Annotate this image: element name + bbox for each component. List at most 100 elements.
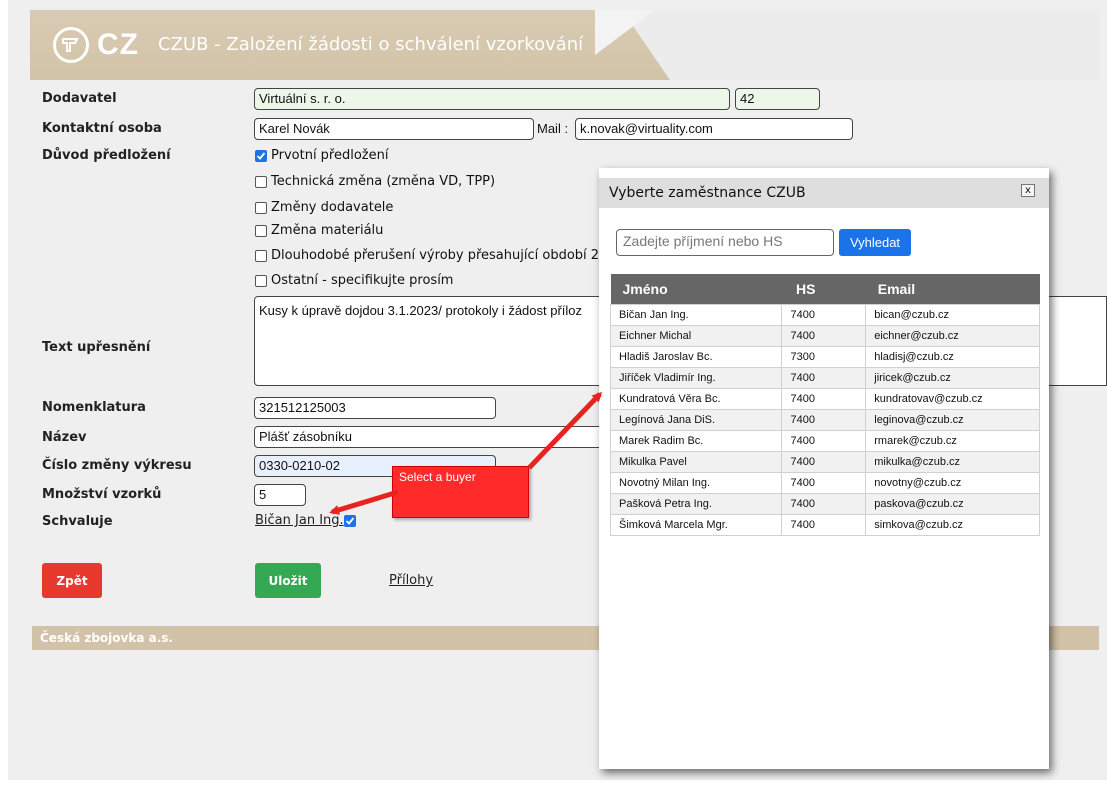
checkbox-icon[interactable] [255, 224, 267, 237]
reason-option-label: Prvotní předložení [271, 148, 389, 163]
table-row[interactable]: Kundratová Věra Bc. 7400 kundratovav@czub.… [609, 387, 1040, 410]
employee-email-cell: leginova@czub.cz [865, 408, 1040, 431]
sample-quantity-label: Množství vzorků [42, 487, 162, 502]
employee-email-cell: hladisj@czub.cz [865, 345, 1040, 368]
employee-search-input[interactable]: Zadejte příjmení nebo HS [616, 229, 834, 256]
employee-email-cell: simkova@czub.cz [865, 513, 1040, 536]
table-row[interactable]: Hladiš Jaroslav Bc. 7300 hladisj@czub.cz [609, 345, 1040, 368]
mail-field[interactable]: k.novak@virtuality.com [575, 118, 853, 140]
sample-quantity-field[interactable]: 5 [254, 484, 306, 506]
approver-checkbox-icon[interactable] [344, 515, 356, 527]
checkbox-checked-icon[interactable] [255, 149, 267, 162]
reason-other[interactable]: Ostatní - specifikujte prosím [255, 273, 453, 288]
employee-email-cell: eichner@czub.cz [865, 324, 1040, 347]
reason-option-label: Ostatní - specifikujte prosím [271, 273, 454, 288]
mail-label: Mail : [537, 121, 569, 136]
employee-name-cell: Hladiš Jaroslav Bc. [609, 345, 783, 368]
employee-email-cell: bican@czub.cz [865, 303, 1040, 326]
drawing-change-label: Číslo změny výkresu [42, 458, 192, 473]
employee-name-cell: Bičan Jan Ing. [609, 303, 783, 326]
table-row[interactable]: Jiříček Vladimír Ing. 7400 jiricek@czub.cz [609, 366, 1040, 389]
reason-production-interruption[interactable]: Dlouhodobé přerušení výroby přesahující … [255, 248, 615, 263]
contact-field[interactable]: Karel Novák [254, 118, 534, 140]
reason-label: Důvod předložení [42, 148, 171, 163]
annotation-callout: Select a buyer [392, 466, 529, 518]
employee-name-cell: Mikulka Pavel [609, 450, 783, 473]
employee-email-cell: mikulka@czub.cz [865, 450, 1040, 473]
text-label: Text upřesnění [42, 340, 151, 355]
employee-name-cell: Eichner Michal [609, 324, 783, 347]
reason-option-label: Změny dodavatele [271, 200, 394, 215]
reason-option-label: Změna materiálu [271, 223, 384, 238]
checkbox-icon[interactable] [255, 274, 267, 287]
employee-email-cell: novotny@czub.cz [865, 471, 1040, 494]
company-name: Česká zbojovka a.s. [40, 631, 173, 645]
employee-hs-cell: 7400 [781, 429, 867, 452]
search-button[interactable]: Vyhledat [839, 229, 911, 256]
table-row[interactable]: Legínová Jana DiS. 7400 leginova@czub.cz [609, 408, 1040, 431]
page-title: CZUB - Založení žádosti o schválení vzor… [158, 34, 584, 55]
checkbox-icon[interactable] [255, 201, 267, 214]
employee-picker-dialog: Vyberte zaměstnance CZUB x Zadejte příjm… [599, 168, 1049, 769]
annotation-text: Select a buyer [399, 470, 476, 484]
employee-table-body: Bičan Jan Ing. 7400 bican@czub.cz Eichner M… [609, 303, 1040, 536]
reason-material-change[interactable]: Změna materiálu [255, 223, 383, 238]
logo-text: CZ [97, 28, 139, 61]
dialog-titlebar: Vyberte zaměstnance CZUB x [599, 178, 1049, 208]
column-header-name: Jméno [610, 274, 782, 304]
table-row[interactable]: Pašková Petra Ing. 7400 paskova@czub.cz [609, 492, 1040, 515]
table-row[interactable]: Šimková Marcela Mgr. 7400 simkova@czub.cz [609, 513, 1040, 536]
save-button[interactable]: Uložit [255, 563, 321, 598]
employee-name-cell: Šimková Marcela Mgr. [609, 513, 783, 536]
back-button[interactable]: Zpět [42, 563, 102, 598]
close-icon[interactable]: x [1021, 184, 1035, 197]
reason-first-submission[interactable]: Prvotní předložení [255, 148, 388, 163]
contact-label: Kontaktní osoba [42, 121, 162, 136]
czub-logo: CZ [53, 27, 139, 63]
employee-hs-cell: 7400 [781, 366, 867, 389]
table-row[interactable]: Bičan Jan Ing. 7400 bican@czub.cz [609, 303, 1040, 326]
reason-option-label: Technická změna (změna VD, TPP) [271, 174, 496, 189]
supplier-number-field[interactable]: 42 [735, 88, 820, 110]
name-field[interactable]: Plášť zásobníku [254, 426, 604, 448]
table-row[interactable]: Marek Radim Bc. 7400 rmarek@czub.cz [609, 429, 1040, 452]
approver-label: Schvaluje [42, 514, 113, 529]
employee-hs-cell: 7400 [781, 387, 867, 410]
employee-email-cell: rmarek@czub.cz [865, 429, 1040, 452]
employee-name-cell: Marek Radim Bc. [609, 429, 783, 452]
employee-hs-cell: 7400 [781, 471, 867, 494]
nomenclature-field[interactable]: 321512125003 [254, 397, 496, 419]
employee-name-cell: Legínová Jana DiS. [609, 408, 783, 431]
czub-emblem-icon [53, 27, 89, 63]
employee-table: Jméno HS Email Bičan Jan Ing. 7400 bican@c… [609, 274, 1040, 536]
employee-name-cell: Kundratová Věra Bc. [609, 387, 783, 410]
table-row[interactable]: Eichner Michal 7400 eichner@czub.cz [609, 324, 1040, 347]
employee-hs-cell: 7400 [781, 303, 867, 326]
table-row[interactable]: Mikulka Pavel 7400 mikulka@czub.cz [609, 450, 1040, 473]
employee-name-cell: Novotný Milan Ing. [609, 471, 783, 494]
checkbox-icon[interactable] [255, 175, 267, 188]
employee-email-cell: paskova@czub.cz [865, 492, 1040, 515]
supplier-field[interactable]: Virtuální s. r. o. [254, 88, 730, 110]
employee-hs-cell: 7300 [781, 345, 867, 368]
table-row[interactable]: Novotný Milan Ing. 7400 novotny@czub.cz [609, 471, 1040, 494]
employee-name-cell: Pašková Petra Ing. [609, 492, 783, 515]
dialog-title: Vyberte zaměstnance CZUB [609, 185, 806, 201]
checkbox-icon[interactable] [255, 249, 267, 262]
supplier-label: Dodavatel [42, 91, 117, 106]
column-header-email: Email [865, 274, 1040, 304]
employee-name-cell: Jiříček Vladimír Ing. [609, 366, 783, 389]
approver-link[interactable]: Bičan Jan Ing. [255, 513, 344, 528]
column-header-hs: HS [781, 274, 866, 304]
employee-hs-cell: 7400 [781, 324, 867, 347]
reason-option-label: Dlouhodobé přerušení výroby přesahující … [271, 248, 615, 263]
employee-hs-cell: 7400 [781, 492, 867, 515]
reason-technical-change[interactable]: Technická změna (změna VD, TPP) [255, 174, 495, 189]
employee-hs-cell: 7400 [781, 513, 867, 536]
name-label: Název [42, 430, 87, 445]
attachments-link[interactable]: Přílohy [389, 573, 433, 588]
employee-email-cell: kundratovav@czub.cz [865, 387, 1040, 410]
reason-supplier-change[interactable]: Změny dodavatele [255, 200, 393, 215]
employee-hs-cell: 7400 [781, 408, 867, 431]
employee-hs-cell: 7400 [781, 450, 867, 473]
